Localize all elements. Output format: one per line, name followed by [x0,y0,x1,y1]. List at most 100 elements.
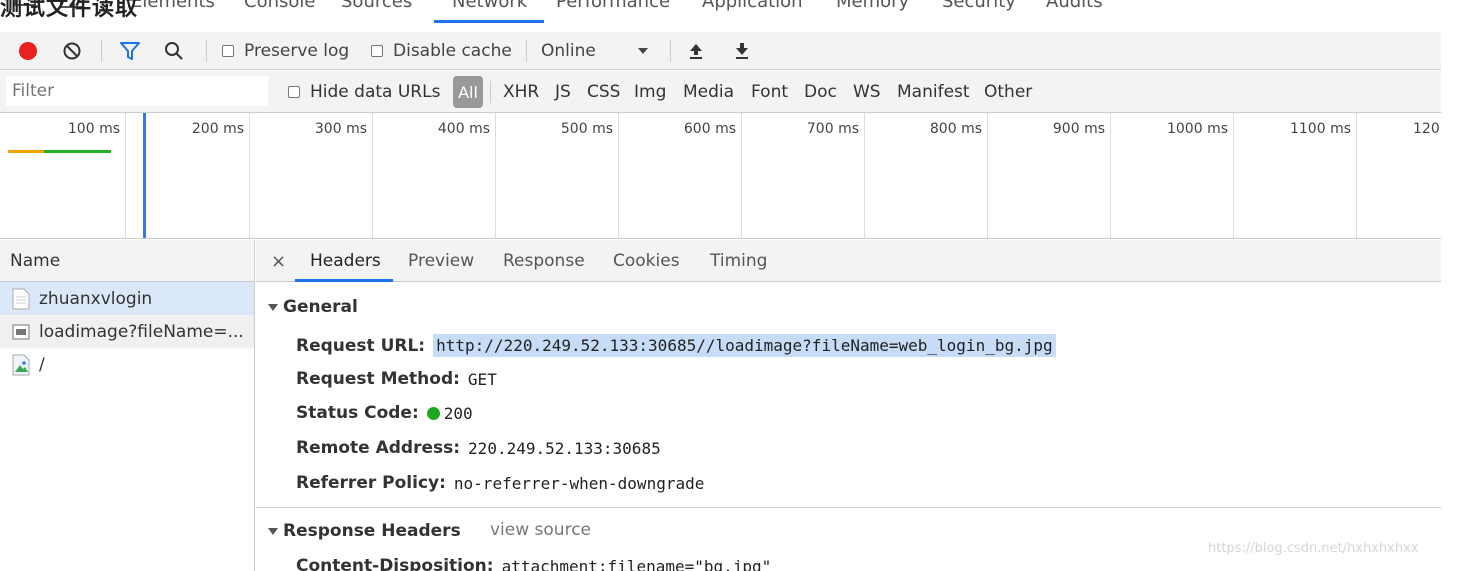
request-timing-bar [44,150,111,153]
hide-data-urls-checkbox[interactable]: Hide data URLs [288,71,440,113]
request-row[interactable]: zhuanxvlogin [0,282,254,315]
gridline [372,113,373,238]
request-list: Name zhuanxvlogin loadimage?fileName=...… [0,240,255,571]
tab-headers[interactable]: Headers [310,240,381,282]
record-button[interactable] [18,32,38,70]
tick-label: 100 ms [67,121,120,137]
network-overview-timeline[interactable]: 100 ms 200 ms 300 ms 400 ms 500 ms 600 m… [0,113,1441,239]
header-row-referrer-policy: Referrer Policy: no-referrer-when-downgr… [296,473,704,493]
gridline [618,113,619,238]
type-filter-css[interactable]: CSS [587,71,620,113]
tab-performance[interactable]: Performance [556,0,670,12]
page-title: 测试文件读取 [0,0,139,21]
devtools-panel-tabs: Elements Console Sources Network Perform… [0,0,1441,28]
search-button[interactable] [164,32,184,70]
dom-content-loaded-marker [143,113,146,238]
filter-bar: Hide data URLs All XHR JS CSS Img Media … [0,71,1441,113]
disable-cache-checkbox[interactable]: Disable cache [371,32,512,70]
type-filter-doc[interactable]: Doc [804,71,837,113]
export-har-button[interactable] [734,32,750,70]
throttling-value: Online [541,41,596,61]
divider [526,40,527,62]
request-url-value[interactable]: http://220.249.52.133:30685//loadimage?f… [433,334,1056,357]
checkbox[interactable] [288,86,300,98]
document-icon [12,288,30,309]
view-source-link[interactable]: view source [490,520,591,540]
type-filter-font[interactable]: Font [751,71,788,113]
gridline [125,113,126,238]
type-filter-ws[interactable]: WS [853,71,881,113]
tab-application[interactable]: Application [702,0,803,12]
active-tab-indicator [295,279,393,282]
tick-label: 1000 ms [1166,121,1228,137]
tick-label: 400 ms [437,121,490,137]
disable-cache-label: Disable cache [393,41,512,61]
general-section-title: General [283,297,358,317]
status-ok-icon [426,406,440,420]
image-file-icon [12,324,30,339]
type-filter-js[interactable]: JS [555,71,571,113]
checkbox[interactable] [222,45,234,57]
filter-toggle-button[interactable] [119,32,141,70]
tab-elements[interactable]: Elements [131,0,215,12]
tab-security[interactable]: Security [942,0,1016,12]
request-row[interactable]: loadimage?fileName=... [0,315,254,348]
type-filter-all[interactable]: All [453,76,483,108]
response-headers-title: Response Headers [283,521,461,541]
checkbox[interactable] [371,45,383,57]
response-headers-section-toggle[interactable]: Response Headers [268,521,461,541]
header-row-request-method: Request Method: GET [296,369,497,389]
request-name: loadimage?fileName=... [39,321,244,342]
type-filter-manifest[interactable]: Manifest [897,71,970,113]
throttling-dropdown[interactable] [637,32,649,70]
clear-icon [63,42,81,60]
gridline [741,113,742,238]
tab-memory[interactable]: Memory [836,0,909,12]
filter-input[interactable] [6,76,268,106]
network-toolbar: Preserve log Disable cache Online [0,32,1441,70]
gridline [495,113,496,238]
tab-timing[interactable]: Timing [710,240,767,282]
header-row-content-disposition: Content-Disposition: attachment;filename… [296,556,771,571]
import-har-button[interactable] [688,32,704,70]
header-key: Request URL: [296,335,426,356]
divider [490,81,491,103]
header-value: attachment;filename="bg.jpg" [501,556,772,571]
general-section-toggle[interactable]: General [268,297,358,317]
expand-triangle-icon [268,303,278,311]
header-value: 200 [443,403,473,423]
tab-preview[interactable]: Preview [408,240,474,282]
gridline [1356,113,1357,238]
header-row-request-url: Request URL: http://220.249.52.133:30685… [296,334,1056,357]
name-column-header[interactable]: Name [0,240,254,282]
header-key: Status Code: [296,403,419,423]
tab-network[interactable]: Network [452,0,527,12]
gridline [987,113,988,238]
type-filter-xhr[interactable]: XHR [503,71,539,113]
tick-label: 600 ms [683,121,736,137]
header-key: Request Method: [296,369,460,389]
scrollbar-track[interactable] [1441,0,1458,571]
tab-cookies[interactable]: Cookies [613,240,680,282]
details-tab-bar: × Headers Preview Response Cookies Timin… [256,240,1441,282]
request-timing-bar [8,150,44,153]
tab-sources[interactable]: Sources [341,0,412,12]
upload-icon [690,44,702,59]
clear-button[interactable] [62,32,82,70]
tab-audits[interactable]: Audits [1046,0,1103,12]
gridline [1110,113,1111,238]
type-filter-media[interactable]: Media [683,71,734,113]
request-row[interactable]: / [0,348,254,381]
tab-console[interactable]: Console [244,0,315,12]
type-filter-other[interactable]: Other [984,71,1032,113]
close-details-button[interactable]: × [271,240,286,282]
preserve-log-checkbox[interactable]: Preserve log [222,32,349,70]
throttling-select[interactable]: Online [541,32,596,70]
gridline [1233,113,1234,238]
tick-label: 120 [1413,121,1440,137]
header-value: 220.249.52.133:30685 [468,438,661,458]
expand-triangle-icon [268,527,278,535]
watermark: https://blog.csdn.net/hxhxhxhxx [1208,541,1419,556]
type-filter-img[interactable]: Img [634,71,666,113]
tab-response[interactable]: Response [503,240,585,282]
